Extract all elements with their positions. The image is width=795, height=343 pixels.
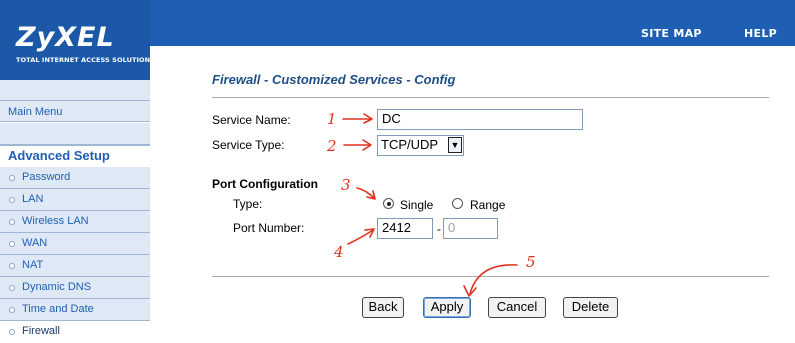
sidebar-item-label: NAT	[22, 259, 44, 271]
sidebar-item-label: Time and Date	[22, 303, 94, 315]
cancel-button[interactable]: Cancel	[488, 297, 546, 318]
sidebar: Main Menu Advanced Setup Password LAN Wi…	[0, 80, 150, 343]
bullet-icon	[9, 263, 15, 269]
port-separator: -	[437, 222, 441, 236]
port-end-input[interactable]: 0	[443, 218, 498, 239]
sidebar-item-firewall[interactable]: Firewall	[0, 321, 150, 343]
content-panel	[150, 46, 795, 336]
page-title: Firewall - Customized Services - Config	[212, 72, 456, 87]
bullet-icon	[9, 219, 15, 225]
apply-button[interactable]: Apply	[423, 297, 471, 318]
site-map-link[interactable]: SITE MAP	[641, 27, 702, 40]
type-range-label[interactable]: Range	[470, 198, 505, 212]
brand-logo-area: ZyXEL TOTAL INTERNET ACCESS SOLUTION	[0, 0, 150, 81]
sidebar-item-password[interactable]: Password	[0, 167, 150, 189]
service-type-label: Service Type:	[212, 138, 285, 152]
sidebar-item-label: Firewall	[22, 325, 60, 337]
back-button[interactable]: Back	[362, 297, 404, 318]
port-number-label: Port Number:	[233, 221, 305, 235]
sidebar-main-menu[interactable]: Main Menu	[0, 100, 150, 122]
bullet-icon	[9, 285, 15, 291]
sidebar-item-label: Dynamic DNS	[22, 281, 92, 293]
bullet-icon	[9, 241, 15, 247]
sidebar-item-label: WAN	[22, 237, 48, 249]
divider	[212, 276, 769, 277]
help-link[interactable]: HELP	[744, 27, 777, 40]
sidebar-item-label: Password	[22, 171, 71, 183]
sidebar-item-time-and-date[interactable]: Time and Date	[0, 299, 150, 321]
type-label: Type:	[233, 197, 263, 211]
bullet-icon	[9, 197, 15, 203]
sidebar-item-lan[interactable]: LAN	[0, 189, 150, 211]
sidebar-item-label: Wireless LAN	[22, 215, 89, 227]
type-range-radio[interactable]	[452, 198, 463, 209]
type-single-label[interactable]: Single	[400, 198, 433, 212]
chevron-down-icon[interactable]: ▼	[448, 137, 462, 153]
brand-tagline: TOTAL INTERNET ACCESS SOLUTION	[16, 56, 151, 64]
service-type-value: TCP/UDP	[381, 137, 439, 152]
bullet-icon	[9, 175, 15, 181]
delete-button[interactable]: Delete	[563, 297, 618, 318]
sidebar-item-nat[interactable]: NAT	[0, 255, 150, 277]
type-single-radio[interactable]	[383, 198, 394, 209]
sidebar-item-dynamic-dns[interactable]: Dynamic DNS	[0, 277, 150, 299]
service-name-input[interactable]: DC	[377, 109, 583, 130]
sidebar-item-label: LAN	[22, 193, 44, 205]
sidebar-spacer	[0, 123, 150, 145]
service-name-label: Service Name:	[212, 113, 291, 127]
brand-logo: ZyXEL	[16, 22, 115, 53]
port-configuration-heading: Port Configuration	[212, 177, 318, 191]
port-start-input[interactable]: 2412	[377, 218, 433, 239]
service-type-select[interactable]: TCP/UDP ▼	[377, 135, 464, 156]
sidebar-item-wan[interactable]: WAN	[0, 233, 150, 255]
sidebar-section-advanced-setup[interactable]: Advanced Setup	[0, 145, 150, 167]
sidebar-item-wireless-lan[interactable]: Wireless LAN	[0, 211, 150, 233]
sidebar-spacer	[0, 80, 150, 102]
bullet-icon	[9, 307, 15, 313]
bullet-icon	[9, 329, 15, 335]
divider	[212, 97, 769, 98]
